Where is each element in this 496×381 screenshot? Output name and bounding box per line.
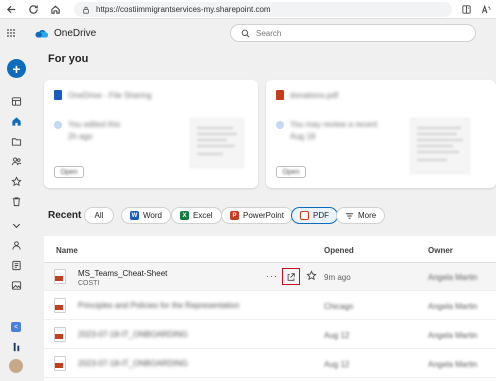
- recent-heading: Recent: [48, 210, 82, 221]
- file-name[interactable]: Principles and Policies for the Represen…: [78, 301, 239, 310]
- folder-icon[interactable]: [9, 134, 23, 148]
- column-header-owner[interactable]: Owner: [428, 246, 453, 255]
- card-title: OneDrive - File Sharing: [68, 90, 152, 100]
- open-button-label: Open: [282, 168, 300, 176]
- file-opened-time: 9m ago: [324, 273, 351, 282]
- onedrive-cloud-icon: [35, 29, 48, 37]
- activity-icon: [276, 120, 284, 129]
- card-title: donations.pdf: [290, 90, 339, 100]
- powerpoint-icon: P: [230, 211, 239, 220]
- filter-powerpoint[interactable]: P PowerPoint: [221, 207, 293, 224]
- table-row[interactable]: 2023-07-18-IT_ONBOARDING Aug 12 Angela M…: [44, 321, 496, 349]
- share-icon: [287, 272, 295, 281]
- suggested-file-card[interactable]: OneDrive - File Sharing You edited this …: [44, 80, 258, 188]
- filter-all[interactable]: All: [84, 207, 114, 224]
- filter-word[interactable]: W Word: [121, 207, 171, 224]
- search-input[interactable]: [256, 28, 456, 38]
- filter-excel[interactable]: X Excel: [171, 207, 222, 224]
- file-thumbnail: [190, 118, 244, 168]
- more-options-icon[interactable]: ···: [266, 271, 278, 281]
- avatar[interactable]: [9, 359, 23, 373]
- share-button[interactable]: [282, 268, 300, 285]
- people-icon[interactable]: [9, 238, 23, 252]
- file-owner: Angela Martin: [428, 360, 478, 369]
- table-row[interactable]: MS_Teams_Cheat-Sheet COSTI ··· 9m ago An…: [44, 263, 496, 291]
- favorites-star-icon[interactable]: [9, 174, 23, 188]
- favorite-star-icon[interactable]: [306, 270, 318, 282]
- file-thumbnail: [410, 118, 470, 174]
- open-button[interactable]: Open: [54, 166, 84, 178]
- chevron-down-icon[interactable]: [9, 218, 23, 232]
- card-activity-time: Aug 18: [290, 132, 316, 141]
- recent-files-table: Name Opened Owner MS_Teams_Cheat-Sheet C…: [44, 236, 496, 381]
- pdf-file-icon: [54, 298, 66, 313]
- file-name[interactable]: MS_Teams_Cheat-Sheet: [78, 269, 167, 278]
- main-content: For you OneDrive - File Sharing You edit…: [40, 46, 496, 381]
- refresh-icon[interactable]: [22, 0, 44, 19]
- open-button-label: Open: [60, 168, 78, 176]
- home-icon[interactable]: [44, 0, 66, 19]
- meetings-icon[interactable]: [9, 258, 23, 272]
- media-icon[interactable]: [9, 278, 23, 292]
- feedback-icon[interactable]: [9, 340, 23, 354]
- pdf-file-icon: [54, 327, 66, 342]
- app-launcher-icon[interactable]: [0, 20, 22, 46]
- read-aloud-icon[interactable]: [476, 0, 496, 19]
- file-opened-time: Aug 12: [324, 331, 350, 340]
- home-icon[interactable]: [9, 114, 23, 128]
- filter-label: PowerPoint: [243, 211, 284, 220]
- activity-icon: [54, 120, 62, 129]
- column-header-opened[interactable]: Opened: [324, 246, 354, 255]
- filter-label: Excel: [193, 211, 213, 220]
- search-icon: [241, 29, 250, 37]
- excel-icon: X: [180, 211, 189, 220]
- filter-label: All: [94, 211, 104, 220]
- file-owner: Angela Martin: [428, 273, 478, 282]
- filter-label: More: [358, 211, 377, 220]
- word-file-icon: [54, 90, 62, 100]
- left-rail: + <: [0, 46, 32, 381]
- column-header-name[interactable]: Name: [56, 246, 78, 255]
- app-name: OneDrive: [54, 27, 97, 39]
- split-screen-icon[interactable]: [456, 0, 476, 19]
- brand[interactable]: OneDrive: [34, 28, 96, 39]
- pdf-icon: [300, 211, 309, 220]
- dashboard-icon[interactable]: [9, 94, 23, 108]
- file-owner: Angela Martin: [428, 302, 478, 311]
- shared-icon[interactable]: [9, 154, 23, 168]
- search-box[interactable]: [230, 24, 476, 42]
- file-opened-time: Chicago: [324, 302, 354, 311]
- app-header: OneDrive: [0, 20, 496, 46]
- filter-label: Word: [143, 211, 162, 220]
- filter-pdf[interactable]: PDF: [291, 207, 338, 224]
- lock-icon: [83, 6, 89, 14]
- file-name[interactable]: 2023-07-18-IT_ONBOARDING: [78, 330, 188, 339]
- word-icon: W: [130, 211, 139, 220]
- filter-icon: [345, 212, 354, 219]
- collapse-panel-icon[interactable]: <: [11, 322, 21, 332]
- table-row[interactable]: Principles and Policies for the Represen…: [44, 292, 496, 320]
- pdf-file-icon: [276, 90, 284, 100]
- card-activity: You may review a recent: [290, 120, 378, 129]
- address-bar[interactable]: https://costiimmigrantservices-my.sharep…: [74, 2, 452, 17]
- file-name[interactable]: 2023-07-18-IT_ONBOARDING: [78, 359, 188, 368]
- url-text: https://costiimmigrantservices-my.sharep…: [96, 5, 271, 14]
- create-button[interactable]: +: [7, 59, 26, 78]
- for-you-heading: For you: [48, 53, 89, 65]
- table-row[interactable]: 2023-07-18-IT_ONBOARDING Aug 12 Angela M…: [44, 350, 496, 378]
- filter-label: PDF: [313, 211, 329, 220]
- browser-toolbar: https://costiimmigrantservices-my.sharep…: [0, 0, 496, 19]
- suggested-file-card[interactable]: donations.pdf You may review a recent Au…: [266, 80, 496, 188]
- pdf-file-icon: [54, 269, 66, 284]
- file-opened-time: Aug 12: [324, 360, 350, 369]
- card-activity: You edited this: [68, 120, 121, 129]
- open-button[interactable]: Open: [276, 166, 306, 178]
- filter-more[interactable]: More: [336, 207, 386, 224]
- card-activity-time: 2h ago: [68, 132, 93, 141]
- back-icon[interactable]: [0, 0, 22, 19]
- recycle-bin-icon[interactable]: [9, 194, 23, 208]
- file-location: COSTI: [78, 280, 100, 287]
- pdf-file-icon: [54, 356, 66, 371]
- file-owner: Angela Martin: [428, 331, 478, 340]
